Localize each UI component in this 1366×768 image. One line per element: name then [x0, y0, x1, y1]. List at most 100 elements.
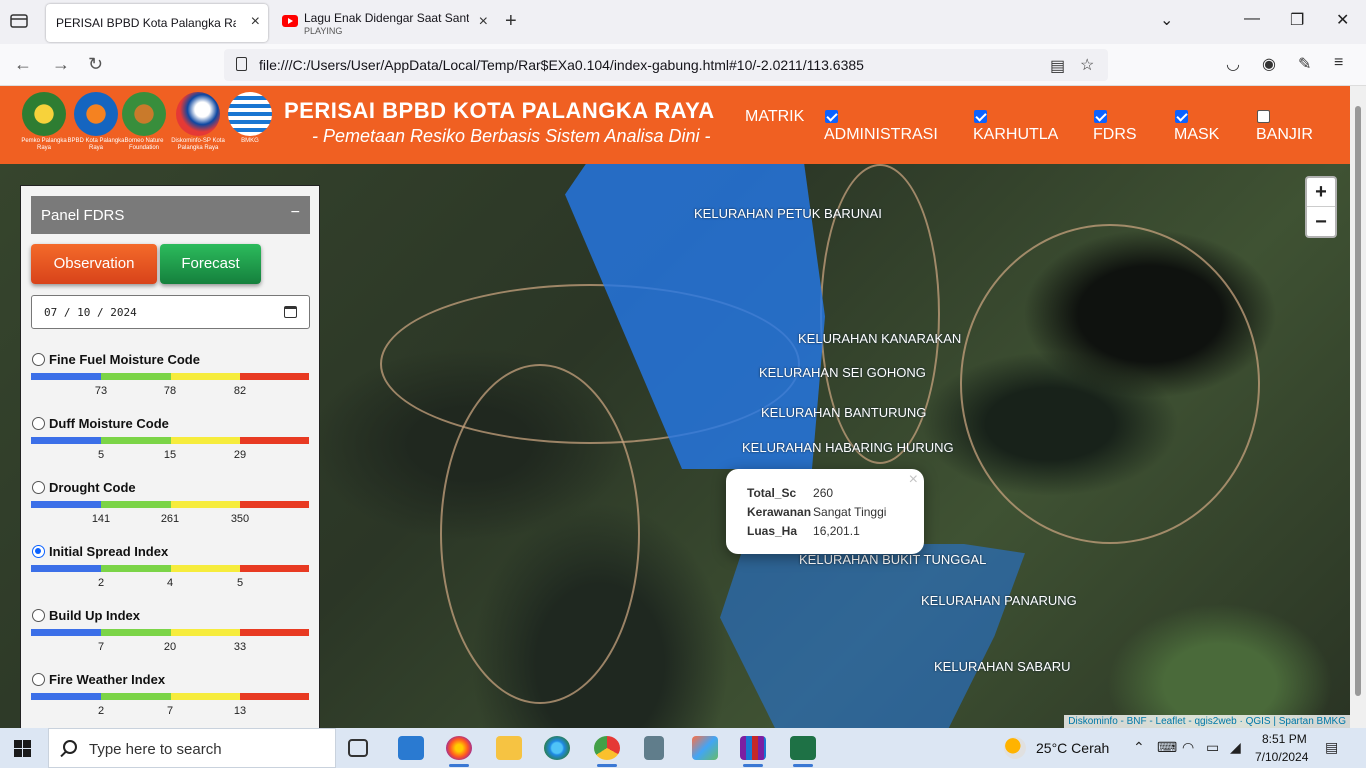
account-icon[interactable]: ◉	[1262, 54, 1276, 74]
map-attribution[interactable]: Diskominfo - BNF - Leaflet - qgis2web · …	[1064, 715, 1350, 728]
layer-label: ADMINISTRASI	[824, 126, 938, 143]
checkbox-karhutla[interactable]	[974, 110, 987, 123]
close-window-icon[interactable]: ✕	[1336, 10, 1349, 30]
battery-icon[interactable]: ▭	[1206, 739, 1219, 756]
task-view-icon[interactable]	[348, 739, 368, 757]
url-bar[interactable]: file:///C:/Users/User/AppData/Local/Temp…	[224, 49, 1108, 81]
page-scrollbar[interactable]	[1350, 86, 1366, 728]
fdrs-panel: Panel FDRS − Observation Forecast 07 / 1…	[20, 185, 320, 728]
index-fwi[interactable]: Fire Weather Index 2 7 13	[31, 672, 310, 728]
scale-tick: 2	[97, 577, 105, 589]
radio-dc[interactable]	[32, 481, 45, 494]
radio-ffmc[interactable]	[32, 353, 45, 366]
bookmark-star-icon[interactable]: ☆	[1080, 55, 1094, 75]
checkbox-fdrs[interactable]	[1094, 110, 1107, 123]
clock-time[interactable]: 8:51 PM	[1262, 732, 1307, 746]
reload-icon[interactable]: ↻	[88, 54, 103, 75]
tab-list-chevron-icon[interactable]: ⌄	[1160, 10, 1173, 30]
checkbox-mask[interactable]	[1175, 110, 1188, 123]
layer-label: BANJIR	[1256, 126, 1313, 143]
forward-icon[interactable]: →	[52, 54, 70, 75]
tab-title: PERISAI BPBD Kota Palangka Raya	[56, 16, 236, 30]
windows-taskbar: Type here to search 25°C Cerah ⌃ ⌨ ◠ ▭ ◢…	[0, 728, 1366, 768]
tab-list-icon[interactable]	[10, 13, 28, 29]
clock-date[interactable]: 7/10/2024	[1255, 750, 1308, 764]
zoom-in-button[interactable]: +	[1307, 178, 1335, 207]
tab-youtube[interactable]: Lagu Enak Didengar Saat Santai PLAYING ×	[274, 4, 496, 42]
date-field[interactable]: 07 / 10 / 2024	[31, 295, 310, 329]
logo-bpbd	[74, 92, 118, 136]
excel-icon[interactable]	[790, 736, 816, 767]
url-text[interactable]: file:///C:/Users/User/AppData/Local/Temp…	[259, 57, 864, 73]
paint-icon[interactable]	[692, 736, 718, 760]
volume-icon[interactable]: ◢	[1230, 739, 1241, 756]
observation-button[interactable]: Observation	[31, 244, 157, 284]
reader-view-icon[interactable]: ▤	[1050, 56, 1065, 76]
logo-pemko	[22, 92, 66, 136]
calculator-icon[interactable]	[644, 736, 664, 760]
scale-tick: 7	[97, 641, 105, 653]
radio-bui[interactable]	[32, 609, 45, 622]
popup-row: Total_Sc 260	[746, 484, 887, 503]
logo-caption: BMKG	[241, 138, 259, 144]
search-placeholder: Type here to search	[89, 741, 222, 758]
wifi-icon[interactable]: ◠	[1182, 739, 1194, 756]
calendar-icon[interactable]	[284, 306, 297, 318]
close-icon[interactable]: ×	[909, 471, 918, 489]
windows-start-icon[interactable]	[14, 740, 32, 757]
forecast-button[interactable]: Forecast	[160, 244, 261, 284]
radio-isi[interactable]	[32, 545, 45, 558]
index-bui[interactable]: Build Up Index 7 20 33	[31, 608, 310, 672]
tab-perisai[interactable]: PERISAI BPBD Kota Palangka Raya ×	[46, 4, 268, 42]
file-explorer-icon[interactable]	[496, 736, 522, 760]
taskbar-search-box[interactable]: Type here to search	[48, 728, 336, 768]
weather-text[interactable]: 25°C Cerah	[1036, 740, 1109, 756]
search-icon	[63, 740, 77, 754]
pocket-icon[interactable]: ◡	[1226, 54, 1240, 74]
close-tab-icon[interactable]: ×	[251, 14, 260, 30]
radio-fwi[interactable]	[32, 673, 45, 686]
index-label: Drought Code	[49, 480, 136, 495]
chevron-up-icon[interactable]: ⌃	[1133, 739, 1145, 756]
collapse-button[interactable]: −	[291, 204, 300, 222]
popup-key: Luas_Ha	[747, 524, 798, 538]
mail-icon[interactable]	[398, 736, 424, 760]
menu-icon[interactable]: ≡	[1334, 54, 1343, 72]
scale-tick: 15	[163, 449, 177, 461]
extensions-icon[interactable]: ✎	[1298, 54, 1311, 74]
chrome-icon[interactable]	[594, 736, 620, 767]
back-icon[interactable]: ←	[14, 54, 32, 75]
edge-icon[interactable]	[544, 736, 570, 760]
river-line	[960, 224, 1260, 544]
scale-bar	[31, 565, 309, 572]
kelurahan-polygon-south[interactable]	[720, 544, 1025, 728]
scroll-thumb[interactable]	[1355, 106, 1361, 696]
kelurahan-label: KELURAHAN HABARING HURUNG	[742, 440, 954, 455]
checkbox-administrasi[interactable]	[825, 110, 838, 123]
index-label: Fine Fuel Moisture Code	[49, 352, 200, 367]
layer-label: FDRS	[1093, 126, 1137, 143]
winrar-icon[interactable]	[740, 736, 766, 767]
feature-popup: × Total_Sc 260 Kerawanan Sangat Tinggi L…	[726, 469, 924, 554]
minimize-icon[interactable]: —	[1244, 10, 1260, 28]
new-tab-icon[interactable]: +	[505, 10, 517, 33]
weather-icon[interactable]	[1004, 737, 1026, 759]
radio-dmc[interactable]	[32, 417, 45, 430]
page-icon	[236, 57, 247, 71]
notification-icon[interactable]: ▤	[1325, 739, 1338, 756]
scale-bar	[31, 373, 309, 380]
zoom-out-button[interactable]: −	[1307, 208, 1335, 237]
language-icon[interactable]: ⌨	[1157, 739, 1177, 756]
scale-tick: 261	[160, 513, 180, 525]
index-ffmc[interactable]: Fine Fuel Moisture Code 73 78 82	[31, 352, 310, 416]
close-tab-icon[interactable]: ×	[479, 14, 488, 30]
browser-nav-bar: ← → ↻ file:///C:/Users/User/AppData/Loca…	[0, 44, 1366, 86]
checkbox-banjir[interactable]	[1257, 110, 1270, 123]
maximize-icon[interactable]: ❐	[1290, 10, 1304, 30]
index-dc[interactable]: Drought Code 141 261 350	[31, 480, 310, 544]
popup-row: Luas_Ha 16,201.1	[746, 522, 887, 541]
firefox-icon[interactable]	[446, 736, 472, 767]
menu-matrik[interactable]: MATRIK	[745, 108, 804, 126]
index-dmc[interactable]: Duff Moisture Code 5 15 29	[31, 416, 310, 480]
index-isi[interactable]: Initial Spread Index 2 4 5	[31, 544, 310, 608]
